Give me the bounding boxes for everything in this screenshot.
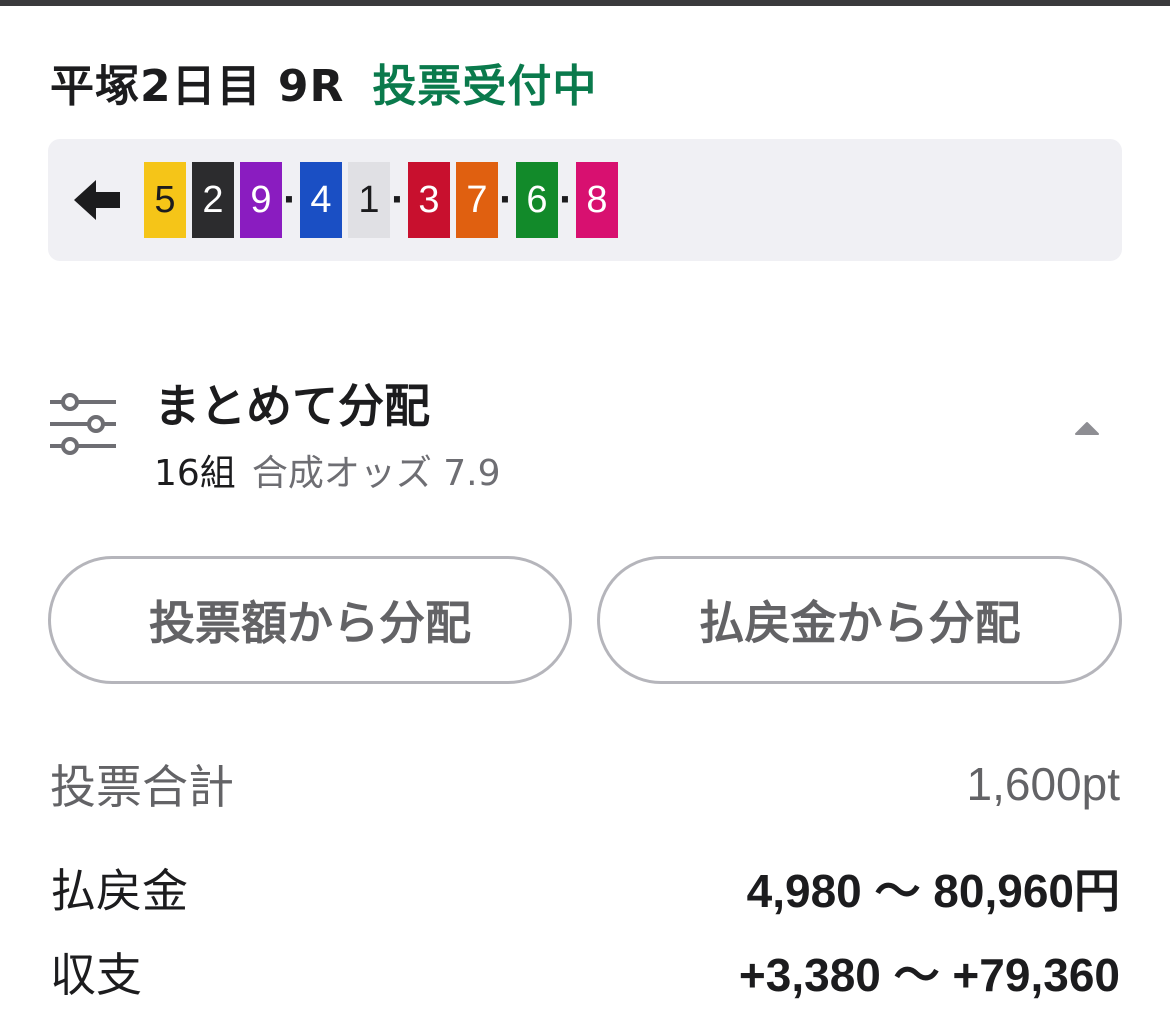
balance-value: +3,380 〜 +79,360 [738,949,1120,1001]
bulk-distribution-summary: 16組 合成オッズ 7.9 [154,444,501,496]
combined-odds: 合成オッズ 7.9 [251,453,501,494]
car-number-8: 8 [576,162,618,238]
car-number-6: 6 [516,162,558,238]
total-bet-value: 1,600pt [966,758,1120,810]
balance-label: 収支 [50,948,142,1002]
distribute-by-bet-amount-button[interactable]: 投票額から分配 [48,556,572,684]
bulk-distribution-toggle[interactable]: まとめて分配 16組 合成オッズ 7.9 [48,360,1122,500]
line-separator: · [498,180,512,220]
race-header: 平塚2日目 9R 投票受付中 [50,52,597,112]
car-number-4: 4 [300,162,342,238]
car-number-9: 9 [240,162,282,238]
combination-count: 16組 [154,453,236,494]
car-number-2: 2 [192,162,234,238]
car-number-7: 7 [456,162,498,238]
line-formation: 5 2 9 · 4 1 · 3 7 · 6 · 8 [144,162,624,238]
car-number-5: 5 [144,162,186,238]
sliders-icon [50,393,116,455]
total-bet-label: 投票合計 [50,760,234,814]
payout-row: 払戻金 4,980 〜 80,960円 [50,856,1120,920]
payout-value: 4,980 〜 80,960円 [746,865,1120,917]
distribute-by-payout-button[interactable]: 払戻金から分配 [597,556,1122,684]
total-bet-row: 投票合計 1,600pt [50,752,1120,816]
arrow-left-icon [74,180,120,220]
payout-label: 払戻金 [50,864,188,918]
line-separator: · [558,180,572,220]
caret-up-icon[interactable] [1074,420,1100,436]
race-title: 平塚2日目 9R [50,61,345,112]
race-status: 投票受付中 [372,61,598,112]
car-number-3: 3 [408,162,450,238]
line-separator: · [390,180,404,220]
car-number-1: 1 [348,162,390,238]
balance-row: 収支 +3,380 〜 +79,360 [50,940,1120,1004]
bulk-distribution-title: まとめて分配 [154,379,430,433]
line-separator: · [282,180,296,220]
top-border [0,0,1170,6]
